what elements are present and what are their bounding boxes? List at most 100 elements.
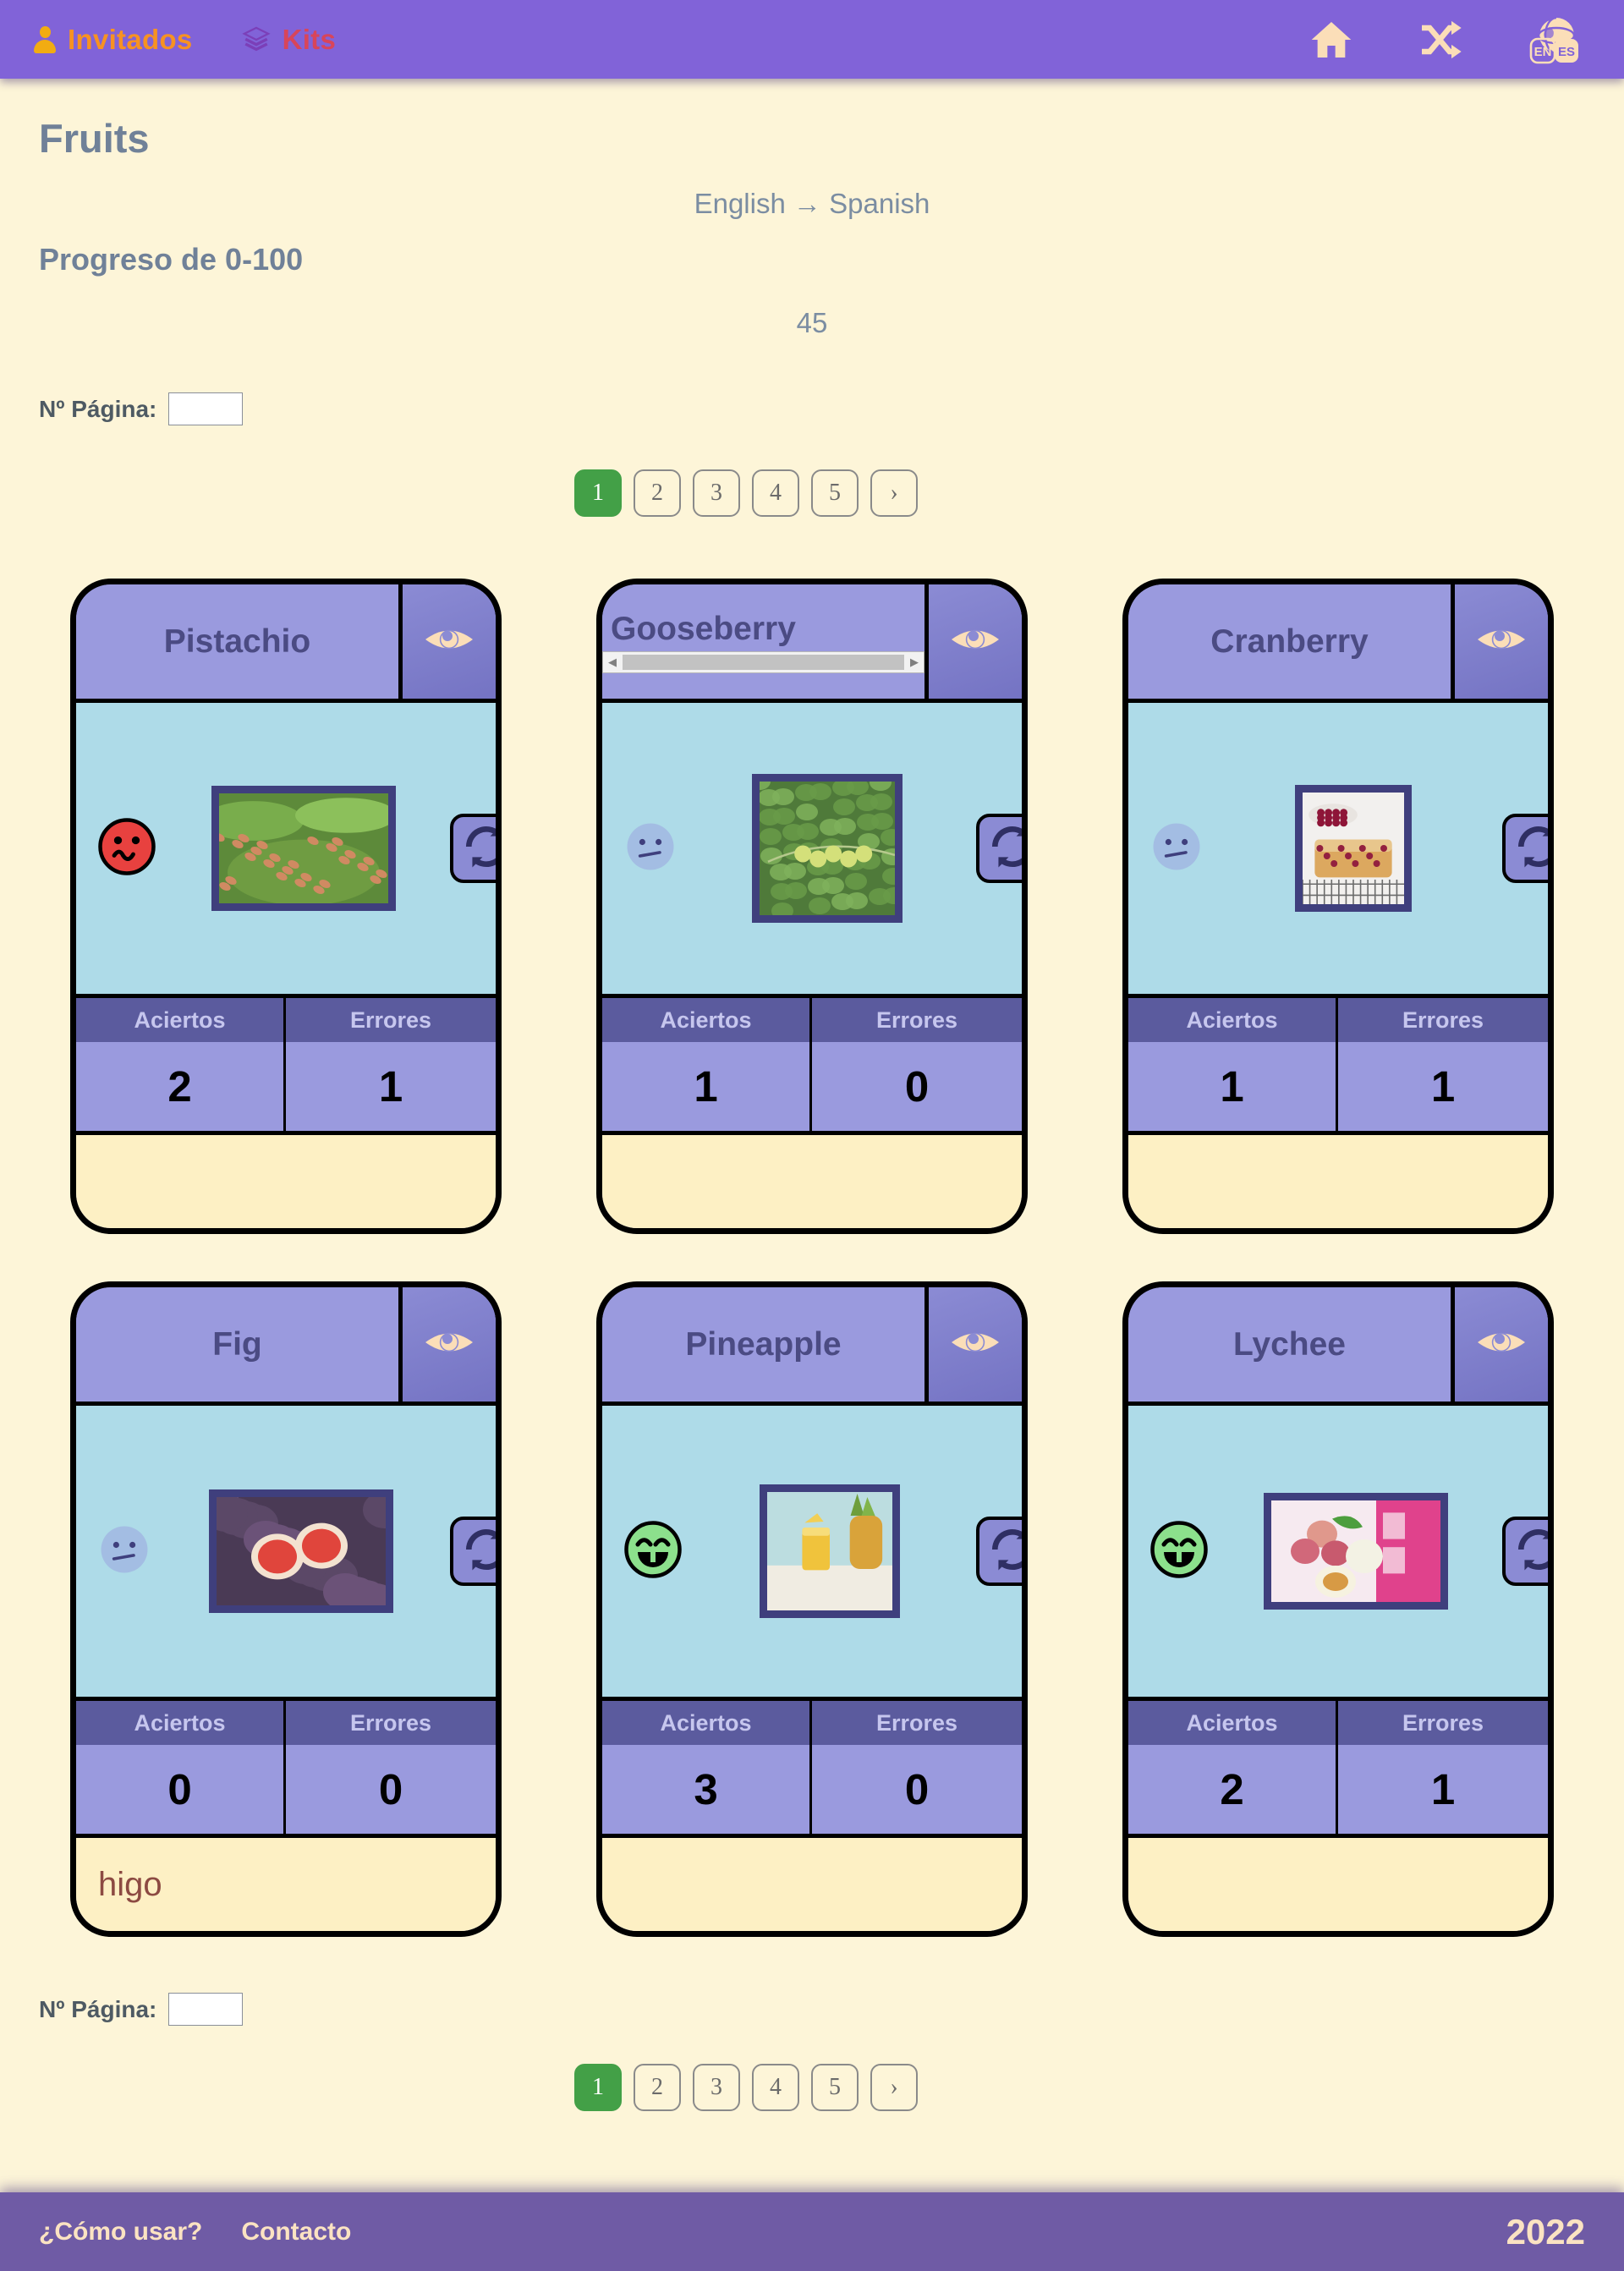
flashcard-stats-header: Aciertos Errores — [76, 1701, 496, 1745]
aciertos-value: 1 — [602, 1042, 812, 1131]
pagination-page-1[interactable]: 1 — [574, 469, 622, 517]
scrollbar-right-arrow-icon[interactable]: ▶ — [905, 652, 924, 672]
answer-input[interactable] — [602, 1838, 1022, 1931]
refresh-image-button[interactable] — [976, 1517, 1022, 1586]
page-number-input-bottom[interactable] — [168, 1993, 244, 2026]
flashcard: Gooseberry ◀ ▶ Aciertos Errores 1 0 — [596, 579, 1028, 1234]
flashcard-title-wrap: Fig — [76, 1287, 403, 1402]
flashcard-title: Fig — [212, 1325, 262, 1363]
pagination-bottom-page-2[interactable]: 2 — [634, 2064, 681, 2111]
flashcard-stats-values: 00 — [76, 1745, 496, 1838]
pagination-bottom: 1 2 3 4 5 › — [574, 2064, 918, 2111]
flashcard-stats-header: Aciertos Errores — [76, 998, 496, 1042]
reveal-answer-button[interactable] — [1455, 1287, 1548, 1402]
pagination-page-3[interactable]: 3 — [693, 469, 740, 517]
flashcard-image — [752, 774, 903, 923]
refresh-image-button[interactable] — [450, 1517, 496, 1586]
errores-header: Errores — [875, 1709, 958, 1736]
pagination-bottom-page-5[interactable]: 5 — [811, 2064, 859, 2111]
pagination-bottom-page-1[interactable]: 1 — [574, 2064, 622, 2111]
pagination-next-button[interactable]: › — [870, 469, 918, 517]
aciertos-value: 2 — [1128, 1745, 1338, 1834]
refresh-icon — [461, 822, 496, 875]
pagination-bottom-page-4[interactable]: 4 — [752, 2064, 799, 2111]
aciertos-value: 0 — [76, 1745, 286, 1834]
pagination-bottom-next-button[interactable]: › — [870, 2064, 918, 2111]
flashcard: Pineapple Aciertos Errores 3 0 — [596, 1281, 1028, 1937]
answer-input[interactable] — [76, 1135, 496, 1228]
nav-link-invitados[interactable]: Invitados — [34, 24, 193, 56]
pagination-page-5[interactable]: 5 — [811, 469, 859, 517]
reveal-answer-button[interactable] — [1455, 584, 1548, 699]
footer-link-how-to-use[interactable]: ¿Cómo usar? — [39, 2218, 202, 2246]
flashcard-header: Cranberry — [1128, 584, 1548, 703]
flashcard-body — [602, 703, 1022, 998]
refresh-icon — [1513, 1525, 1548, 1578]
nav-link-kits-label: Kits — [282, 23, 337, 55]
flashcard-image — [1295, 785, 1412, 912]
flashcard-title-wrap: Pistachio — [76, 584, 403, 699]
answer-input[interactable] — [76, 1838, 496, 1931]
page-number-input-top[interactable] — [168, 392, 244, 425]
face-neutral-icon — [101, 1526, 148, 1572]
pagination-bottom-page-3[interactable]: 3 — [693, 2064, 740, 2111]
flashcard-stats-values: 21 — [76, 1042, 496, 1135]
reveal-answer-button[interactable] — [929, 1287, 1022, 1402]
aciertos-value: 1 — [1128, 1042, 1338, 1131]
flashcard: Cranberry Aciertos Errores 1 1 — [1122, 579, 1554, 1234]
pagination-page-2[interactable]: 2 — [634, 469, 681, 517]
errores-value: 0 — [904, 1765, 930, 1813]
flashcard-stats-values: 10 — [602, 1042, 1022, 1135]
reveal-answer-button[interactable] — [403, 1287, 496, 1402]
face-neutral-icon — [627, 823, 674, 869]
shuffle-icon[interactable] — [1416, 16, 1463, 63]
eye-icon — [423, 621, 475, 662]
scrollbar-left-arrow-icon[interactable]: ◀ — [603, 652, 622, 672]
page-number-row-bottom: Nº Página: — [39, 1993, 244, 2026]
flashcard-stats-values: 11 — [1128, 1042, 1548, 1135]
refresh-image-button[interactable] — [976, 814, 1022, 883]
flashcard-title-scrollbar[interactable]: ◀ ▶ — [602, 650, 924, 673]
progress-value: 45 — [796, 307, 828, 338]
errores-value: 1 — [378, 1062, 403, 1111]
page-number-row-top: Nº Página: — [39, 392, 244, 425]
flashcard-stats-values: 30 — [602, 1745, 1022, 1838]
answer-input[interactable] — [1128, 1838, 1548, 1931]
flashcard-title-wrap: Cranberry — [1128, 584, 1455, 699]
flashcard-stats-header: Aciertos Errores — [1128, 998, 1548, 1042]
language-globe-icon[interactable]: EN ES — [1524, 14, 1580, 66]
refresh-icon — [1513, 822, 1548, 875]
nav-link-kits[interactable]: Kits — [241, 23, 337, 56]
answer-input[interactable] — [602, 1135, 1022, 1228]
footer-link-contacto[interactable]: Contacto — [241, 2218, 351, 2246]
flashcard-image — [211, 786, 396, 911]
flashcard-stats-header: Aciertos Errores — [1128, 1701, 1548, 1745]
reveal-answer-button[interactable] — [403, 584, 496, 699]
eye-icon — [949, 621, 1001, 662]
reveal-answer-button[interactable] — [929, 584, 1022, 699]
errores-header: Errores — [349, 1007, 432, 1033]
flashcard-answer-row — [602, 1838, 1022, 1931]
flashcard-stats-header: Aciertos Errores — [602, 1701, 1022, 1745]
pagination-page-4[interactable]: 4 — [752, 469, 799, 517]
score-face-indicator — [96, 816, 157, 881]
aciertos-header: Aciertos — [1128, 998, 1338, 1042]
pagination-top: 1 2 3 4 5 › — [574, 469, 918, 517]
refresh-image-button[interactable] — [1502, 1517, 1548, 1586]
home-icon[interactable] — [1308, 16, 1355, 63]
flashcard-header: Fig — [76, 1287, 496, 1406]
eye-icon — [949, 1324, 1001, 1365]
aciertos-header: Aciertos — [1128, 1701, 1338, 1745]
refresh-image-button[interactable] — [1502, 814, 1548, 883]
progress-label: Progreso de 0-100 — [39, 242, 304, 277]
score-face-indicator — [623, 1519, 683, 1584]
flashcard-body — [76, 1406, 496, 1701]
aciertos-value: 3 — [602, 1745, 812, 1834]
aciertos-value: 2 — [76, 1042, 286, 1131]
flashcard-answer-row — [1128, 1135, 1548, 1228]
refresh-image-button[interactable] — [450, 814, 496, 883]
flashcard-header: Lychee — [1128, 1287, 1548, 1406]
lang-from-label: EN — [1534, 45, 1552, 59]
scrollbar-thumb[interactable] — [623, 654, 904, 670]
answer-input[interactable] — [1128, 1135, 1548, 1228]
